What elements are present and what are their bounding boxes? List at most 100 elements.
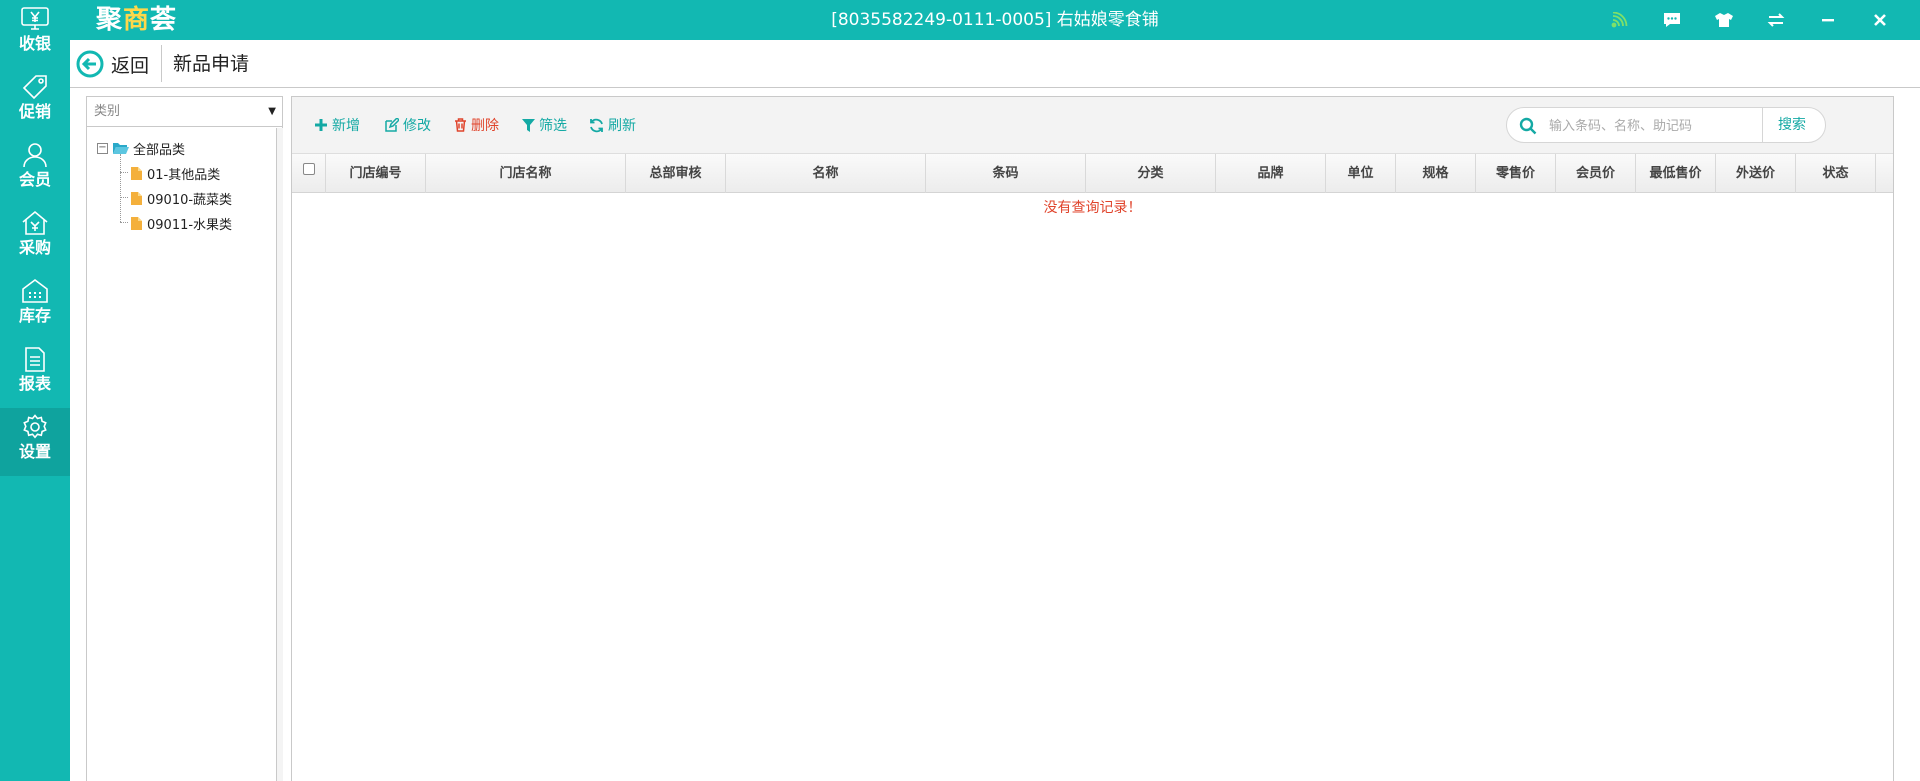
message-icon: [1664, 13, 1680, 27]
skin-icon: [1715, 13, 1733, 27]
app-window: 收银 促销 会员 采购 库存 报表 设置 聚商荟 [8035582249-011…: [0, 0, 1920, 781]
column-header[interactable]: 门店编号: [326, 154, 426, 193]
title-bar: 聚商荟 [8035582249-0111-0005] 右姑娘零食铺: [70, 0, 1920, 40]
switch-button[interactable]: [1750, 0, 1802, 40]
tree-connector: [120, 197, 128, 198]
category-select[interactable]: 类别 ▼: [87, 97, 282, 127]
tree-node-label: 01-其他品类: [147, 167, 221, 183]
nav-item-report[interactable]: 报表: [0, 340, 70, 408]
tree-node-root[interactable]: − 全部品类: [97, 137, 185, 159]
tree-node-label: 09010-蔬菜类: [147, 192, 233, 208]
category-select-value: 类别: [94, 104, 121, 119]
file-icon: [131, 216, 142, 230]
nav-item-promotion[interactable]: 促销: [0, 68, 70, 136]
skin-button[interactable]: [1698, 0, 1750, 40]
grid-header: 门店编号 门店名称 总部审核 名称 条码 分类 品牌 单位 规格 零售价 会员价…: [292, 154, 1893, 193]
edit-label: 修改: [403, 118, 431, 134]
tree-node-item[interactable]: 09011-水果类: [131, 212, 232, 234]
nav-label: 设置: [18, 442, 51, 461]
refresh-icon: [590, 118, 603, 132]
add-label: 新增: [332, 118, 360, 134]
column-header[interactable]: 品牌: [1216, 154, 1326, 193]
delete-button[interactable]: 删除: [454, 113, 499, 137]
gear-icon: [23, 414, 47, 439]
report-icon: [25, 347, 45, 372]
tree-connector: [120, 172, 128, 173]
tree-node-label: 全部品类: [133, 142, 186, 158]
edit-icon: [385, 118, 399, 132]
column-header[interactable]: 状态: [1796, 154, 1876, 193]
toolbar: 新增 修改 删除 筛选 刷新 搜索: [292, 97, 1893, 154]
nav-label: 会员: [18, 170, 51, 189]
nav-label: 收银: [18, 34, 51, 53]
nav-item-cashier[interactable]: 收银: [0, 0, 70, 68]
search-icon: [1519, 117, 1537, 135]
signal-icon: [1611, 12, 1628, 28]
column-header[interactable]: 最低售价: [1636, 154, 1716, 193]
category-scrollbar[interactable]: [276, 128, 283, 781]
column-header[interactable]: 单位: [1326, 154, 1396, 193]
back-label: 返回: [111, 54, 150, 77]
nav-item-member[interactable]: 会员: [0, 136, 70, 204]
file-icon: [131, 166, 142, 180]
tag-icon: [22, 75, 47, 100]
filter-button[interactable]: 筛选: [522, 113, 567, 137]
empty-message: 没有查询记录！: [1043, 200, 1142, 216]
column-header[interactable]: 总部审核: [626, 154, 726, 193]
column-header[interactable]: 外送价: [1716, 154, 1796, 193]
header-divider: [161, 45, 162, 82]
search-button[interactable]: 搜索: [1766, 107, 1818, 143]
select-all-checkbox[interactable]: [303, 163, 315, 175]
column-header[interactable]: 零售价: [1476, 154, 1556, 193]
tree-node-item[interactable]: 09010-蔬菜类: [131, 187, 232, 209]
nav-label: 促销: [18, 102, 51, 121]
purchase-icon: [22, 210, 48, 235]
user-icon: [23, 143, 47, 168]
search-divider: [1762, 108, 1763, 142]
nav-item-inventory[interactable]: 库存: [0, 272, 70, 340]
page-title: 新品申请: [173, 53, 250, 75]
back-arrow-icon: [76, 50, 104, 78]
column-header[interactable]: 分类: [1086, 154, 1216, 193]
cash-register-icon: [21, 7, 49, 30]
column-header[interactable]: 门店名称: [426, 154, 626, 193]
column-header[interactable]: 规格: [1396, 154, 1476, 193]
switch-icon: [1767, 13, 1785, 27]
delete-label: 删除: [471, 118, 499, 134]
filter-label: 筛选: [539, 118, 567, 134]
titlebar-controls: [1594, 0, 1906, 40]
column-header[interactable]: 条码: [926, 154, 1086, 193]
grid-panel: 新增 修改 删除 筛选 刷新 搜索: [291, 96, 1894, 781]
nav-label: 库存: [18, 306, 51, 325]
tree-node-item[interactable]: 01-其他品类: [131, 162, 220, 184]
back-button[interactable]: 返回: [76, 48, 149, 80]
close-button[interactable]: [1854, 0, 1906, 40]
message-button[interactable]: [1646, 0, 1698, 40]
nav-item-settings[interactable]: 设置: [0, 408, 70, 476]
minimize-button[interactable]: [1802, 0, 1854, 40]
column-header[interactable]: 会员价: [1556, 154, 1636, 193]
minimize-icon: [1822, 19, 1834, 22]
refresh-button[interactable]: 刷新: [589, 113, 636, 137]
caret-down-icon: ▼: [268, 106, 276, 117]
tree-collapse-toggle[interactable]: −: [97, 142, 108, 154]
refresh-label: 刷新: [608, 118, 636, 134]
close-icon: [1874, 14, 1886, 26]
tree-connector: [120, 154, 121, 222]
file-icon: [131, 191, 142, 205]
nav-item-purchase[interactable]: 采购: [0, 204, 70, 272]
signal-button[interactable]: [1594, 0, 1646, 40]
nav-label: 采购: [18, 238, 51, 257]
plus-icon: [315, 119, 327, 131]
edit-button[interactable]: 修改: [384, 113, 431, 137]
select-all-cell: [292, 154, 326, 193]
tree-connector: [120, 222, 128, 223]
category-panel: 类别 ▼ − 全部品类 01-其他品类 09010-蔬菜类 09011-水果类: [86, 96, 283, 781]
tree-node-label: 09011-水果类: [147, 217, 233, 233]
column-header[interactable]: 名称: [726, 154, 926, 193]
page-header: 返回 新品申请: [70, 40, 1920, 88]
nav-label: 报表: [18, 374, 51, 393]
warehouse-icon: [22, 279, 48, 303]
add-button[interactable]: 新增: [314, 113, 360, 137]
trash-icon: [455, 118, 466, 132]
